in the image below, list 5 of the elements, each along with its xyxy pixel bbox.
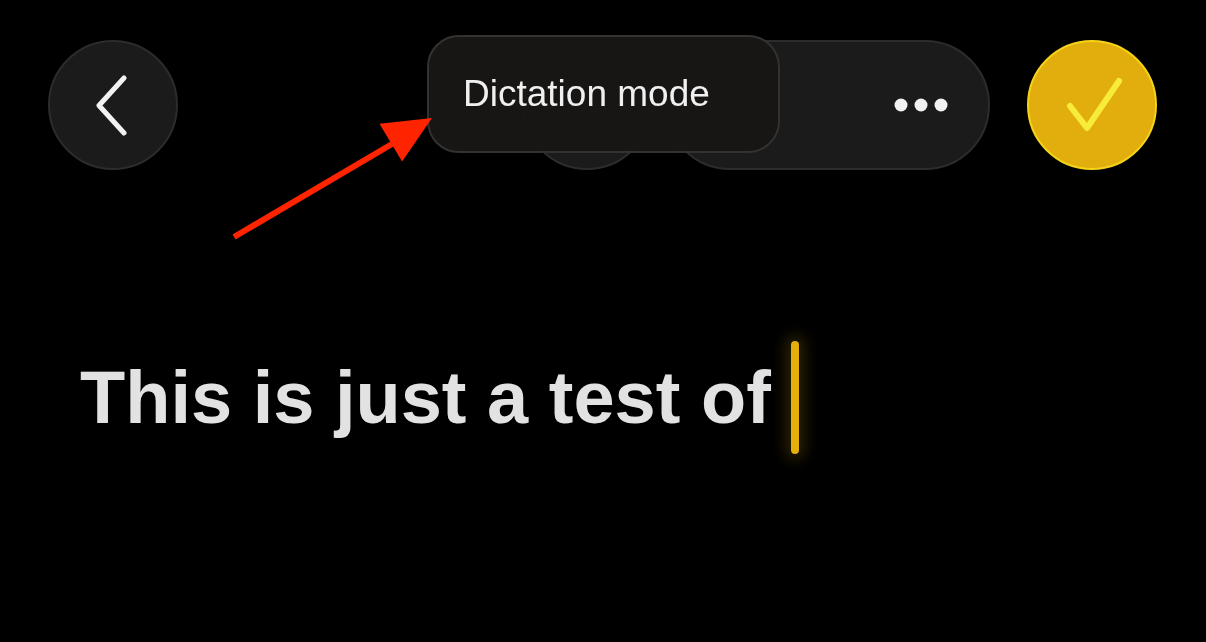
tooltip: Dictation mode bbox=[427, 35, 780, 153]
chevron-left-icon bbox=[95, 74, 127, 136]
checkmark-icon bbox=[1065, 77, 1123, 133]
editor-text[interactable]: This is just a test of bbox=[80, 353, 771, 442]
more-dots-icon bbox=[894, 98, 948, 112]
